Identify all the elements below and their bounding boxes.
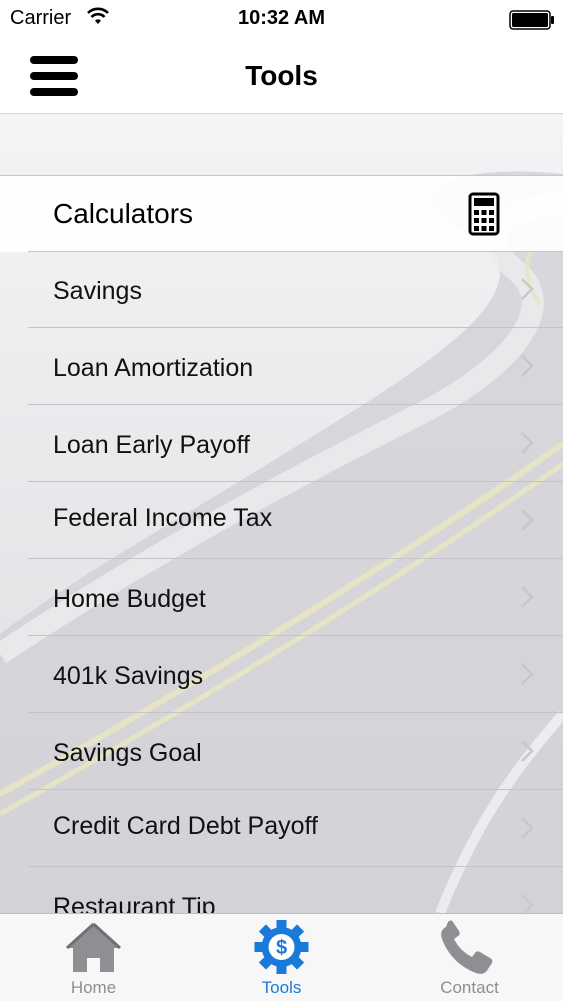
- section-title: Calculators: [53, 198, 194, 229]
- tab-label: Home: [70, 978, 117, 997]
- gear-dollar-icon: $: [254, 920, 309, 974]
- list-item-label: Loan Early Payoff: [53, 431, 250, 459]
- tab-label: Tools: [261, 978, 302, 997]
- list-item-label: Savings: [53, 277, 142, 305]
- navigation-bar: Tools: [0, 40, 563, 114]
- list-item-savings-goal[interactable]: Savings Goal: [0, 713, 563, 790]
- list-item-home-budget[interactable]: Home Budget: [0, 559, 563, 636]
- calculators-section-header: Calculators: [0, 175, 563, 252]
- chevron-right-icon: [521, 663, 534, 685]
- phone-icon: [441, 920, 493, 974]
- list-item-label: Federal Income Tax: [53, 504, 273, 532]
- chevron-right-icon: [521, 278, 534, 300]
- list-item-loan-amortization[interactable]: Loan Amortization: [0, 328, 563, 405]
- status-time: 10:32 AM: [237, 7, 326, 29]
- list-item-restaurant-tip[interactable]: Restaurant Tip: [0, 867, 563, 913]
- svg-text:$: $: [276, 937, 287, 959]
- list-item-label: Restaurant Tip: [53, 893, 216, 913]
- list-item-label: Credit Card Debt Payoff: [53, 812, 318, 840]
- list-item-loan-early-payoff[interactable]: Loan Early Payoff: [0, 405, 563, 482]
- battery-icon: [509, 10, 554, 30]
- tab-contact[interactable]: Contact: [376, 914, 563, 1001]
- list-item-credit-card-debt-payoff[interactable]: Credit Card Debt Payoff: [0, 790, 563, 867]
- chevron-right-icon: [521, 509, 534, 531]
- calculator-list: Savings Loan Amortization Loan Early Pay…: [0, 251, 563, 913]
- list-item-label: 401k Savings: [53, 662, 204, 690]
- tools-list-view[interactable]: Calculators Savings Loan Amortization Lo…: [0, 114, 563, 913]
- chevron-right-icon: [521, 432, 534, 454]
- chevron-right-icon: [521, 817, 534, 839]
- calculator-icon: [468, 192, 500, 236]
- tab-tools[interactable]: $ Tools: [188, 914, 375, 1001]
- home-icon: [65, 922, 122, 972]
- chevron-right-icon: [521, 586, 534, 608]
- page-title: Tools: [245, 60, 318, 91]
- list-item-savings[interactable]: Savings: [0, 251, 563, 328]
- list-item-401k-savings[interactable]: 401k Savings: [0, 636, 563, 713]
- tab-label: Contact: [440, 978, 499, 997]
- chevron-right-icon: [521, 355, 534, 377]
- chevron-right-icon: [521, 740, 534, 762]
- list-item-label: Home Budget: [53, 585, 206, 613]
- chevron-right-icon: [521, 894, 534, 913]
- tab-bar: Home $ Tools Contact: [0, 913, 563, 1001]
- list-item-federal-income-tax[interactable]: Federal Income Tax: [0, 482, 563, 559]
- list-item-label: Savings Goal: [53, 739, 202, 767]
- list-item-label: Loan Amortization: [53, 354, 254, 382]
- tab-home[interactable]: Home: [0, 914, 187, 1001]
- status-bar: Carrier 10:32 AM: [0, 0, 563, 40]
